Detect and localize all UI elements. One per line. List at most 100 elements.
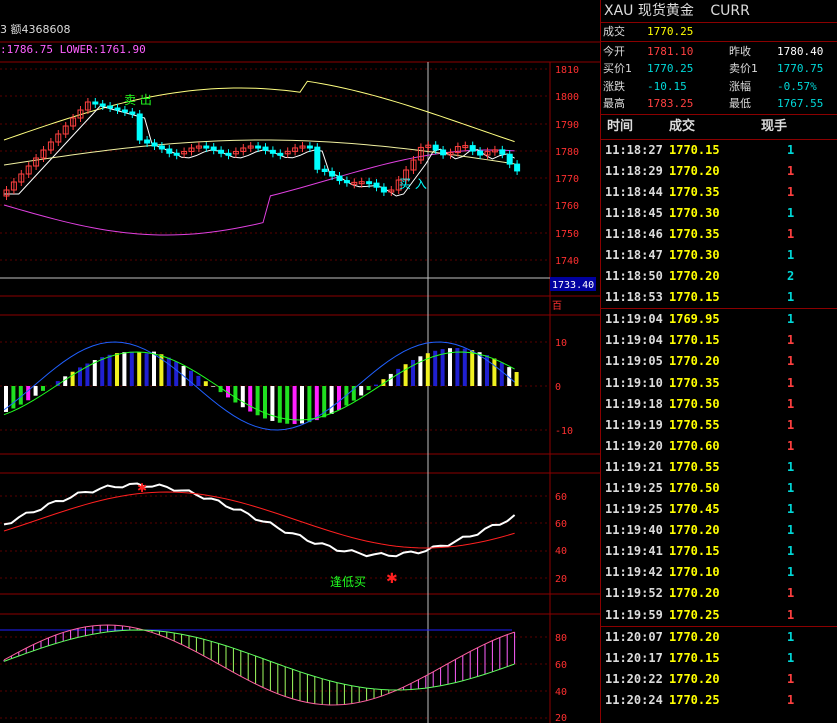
tick-time: 11:20:17: [605, 650, 663, 665]
tick-time: 11:18:46: [605, 226, 663, 241]
price-axis-label: 1740: [555, 256, 579, 267]
low-buy-label: 逢低买: [330, 575, 366, 589]
symbol-suffix: CURR: [710, 3, 750, 19]
tick-row[interactable]: 11:20:22 1770.20 1: [601, 669, 837, 690]
tick-row[interactable]: 11:19:40 1770.20 1: [601, 520, 837, 541]
tick-time: 11:18:53: [605, 290, 663, 305]
quote-value: 1780.40: [777, 44, 824, 58]
bollinger-bands: [3, 80, 515, 236]
tick-row[interactable]: 11:18:29 1770.20 1: [601, 161, 837, 182]
tick-row[interactable]: 11:19:59 1770.25 1: [601, 605, 837, 626]
quote-label: 昨收: [729, 44, 751, 58]
tick-volume: 1: [787, 607, 795, 622]
macd-bar: [100, 357, 105, 386]
tick-time: 11:19:19: [605, 417, 663, 432]
tick-time: 11:19:18: [605, 396, 663, 411]
quote-value: 1783.25: [647, 97, 694, 110]
tick-time: 11:19:25: [605, 481, 663, 495]
kdj-axis-label: 60: [555, 519, 567, 530]
tick-price: 1770.15: [669, 142, 720, 157]
macd-bar: [144, 353, 149, 386]
tick-row[interactable]: 11:19:04 1770.15 1: [601, 330, 837, 351]
tick-row[interactable]: 11:19:18 1770.50 1: [601, 394, 837, 415]
macd-bar: [514, 372, 519, 386]
tick-row[interactable]: 11:19:25 1770.50 1: [601, 478, 837, 499]
tick-volume: 1: [787, 290, 795, 305]
tick-row[interactable]: 11:18:46 1770.35 1: [601, 224, 837, 245]
moving-average-line: [3, 139, 515, 166]
tick-header-time: 时间: [607, 118, 634, 134]
rsi-axis-label: 60: [555, 660, 567, 671]
tick-volume: 1: [787, 142, 795, 157]
tick-row[interactable]: 11:19:20 1770.60 1: [601, 436, 837, 457]
candle-body: [151, 142, 158, 147]
macd-bar: [499, 362, 504, 386]
kdj-axis-label: 40: [555, 546, 567, 557]
tick-row[interactable]: 11:18:47 1770.30 1: [601, 245, 837, 266]
chart-area[interactable]: 3 额4368608 :1786.75 LOWER:1761.90 1810 1…: [0, 0, 600, 723]
macd-bar: [26, 386, 31, 401]
tick-row[interactable]: 11:19:52 1770.20 1: [601, 583, 837, 604]
tick-volume: 1: [787, 481, 795, 495]
tick-row[interactable]: 11:18:45 1770.30 1: [601, 203, 837, 224]
macd-bar: [233, 386, 238, 403]
tick-row[interactable]: 11:18:44 1770.35 1: [601, 182, 837, 203]
tick-row[interactable]: 11:20:07 1770.20 1: [601, 627, 837, 648]
tick-price: 1770.30: [669, 205, 720, 220]
candle-body: [469, 145, 476, 152]
macd-bar: [329, 386, 334, 414]
tick-price: 1770.55: [669, 459, 720, 474]
tick-row[interactable]: 11:18:27 1770.15 1: [601, 140, 837, 161]
tick-time: 11:18:29: [605, 163, 663, 178]
candle-body: [373, 182, 380, 188]
tick-row[interactable]: 11:19:42 1770.10 1: [601, 562, 837, 583]
macd-bar: [129, 351, 134, 386]
tick-volume: 1: [787, 354, 795, 369]
quote-value: -10.15: [647, 79, 687, 93]
tick-row[interactable]: 11:19:04 1769.95 1: [601, 309, 837, 330]
tick-price: 1770.15: [669, 333, 720, 348]
candle-body: [114, 107, 121, 111]
quote-row: 买价1 1770.25 卖价1 1770.75: [601, 60, 837, 78]
tick-row[interactable]: 11:19:05 1770.20 1: [601, 351, 837, 372]
quote-row: 今开 1781.10 昨收 1780.40: [601, 43, 837, 61]
tick-time: 11:19:04: [605, 312, 663, 327]
tick-volume: 1: [787, 205, 795, 220]
sell-star-icon: ✱: [137, 481, 147, 495]
tick-row[interactable]: 11:18:53 1770.15 1: [601, 287, 837, 308]
tick-price: 1770.35: [669, 375, 720, 390]
candle-body: [314, 146, 321, 170]
tick-time: 11:18:50: [605, 269, 663, 284]
candle-body: [277, 152, 284, 156]
tick-price: 1770.15: [669, 290, 720, 305]
tick-row[interactable]: 11:19:41 1770.15 1: [601, 541, 837, 562]
tick-time: 11:20:24: [605, 692, 663, 707]
tick-row[interactable]: 11:19:10 1770.35 1: [601, 373, 837, 394]
tick-price: 1770.15: [669, 544, 720, 559]
tick-time: 11:18:47: [605, 247, 663, 262]
kdj-axis: 60 40 20 60: [555, 492, 567, 585]
macd-axis-label: 10: [555, 338, 567, 349]
rsi-axis-label: 80: [555, 633, 567, 644]
tick-row[interactable]: 11:20:17 1770.15 1: [601, 648, 837, 669]
tick-price: 1770.25: [669, 607, 720, 622]
tick-header-volume: 现手: [761, 118, 788, 134]
macd-bar: [477, 352, 482, 386]
candle-body: [107, 105, 114, 109]
tick-price: 1770.35: [669, 226, 720, 241]
tick-row[interactable]: 11:18:50 1770.20 2: [601, 266, 837, 287]
tick-price: 1770.30: [669, 247, 720, 262]
candle-body: [514, 163, 521, 172]
rsi-axis: 80 60 40 20: [555, 633, 567, 723]
quote-value: 1781.10: [647, 44, 694, 58]
tick-row[interactable]: 11:19:25 1770.45 1: [601, 499, 837, 520]
tick-volume: 1: [787, 650, 795, 665]
tick-volume: 1: [787, 459, 795, 474]
tick-row[interactable]: 11:19:21 1770.55 1: [601, 457, 837, 478]
rsi-axis-label: 20: [555, 713, 567, 723]
tick-time: 11:19:42: [605, 565, 663, 580]
symbol-code: XAU: [604, 3, 634, 19]
tick-row[interactable]: 11:19:19 1770.55 1: [601, 415, 837, 436]
macd-bar: [41, 386, 45, 391]
tick-row[interactable]: 11:20:24 1770.25 1: [601, 690, 837, 711]
